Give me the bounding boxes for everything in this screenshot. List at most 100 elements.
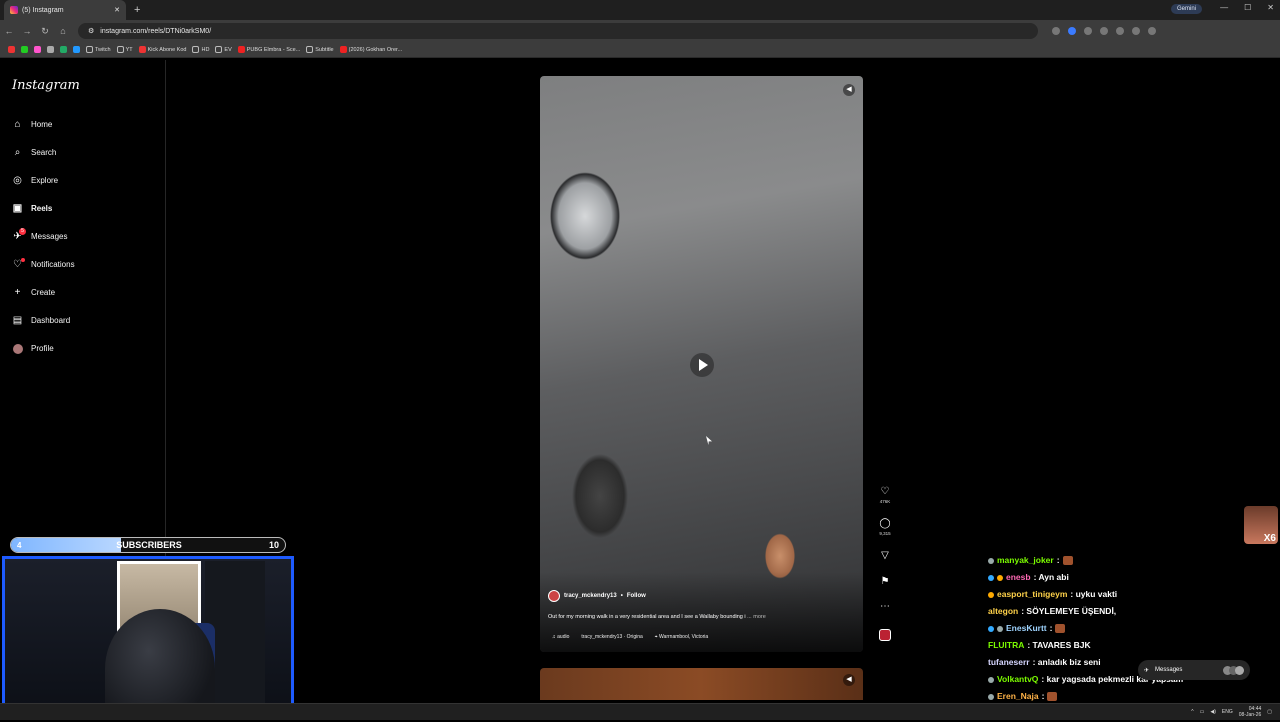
nav-label: Notifications xyxy=(31,260,75,269)
clock[interactable]: 04:44 08-Jan-26 xyxy=(1239,706,1262,718)
back-icon[interactable]: ← xyxy=(0,26,18,36)
mute-icon[interactable]: ◀ xyxy=(843,84,855,96)
bookmark-icon[interactable] xyxy=(21,46,28,53)
nav-search[interactable]: ⌕ Search xyxy=(12,147,57,158)
reload-icon[interactable]: ↻ xyxy=(36,26,54,37)
save-button[interactable]: ⚑ xyxy=(879,577,891,587)
nav-explore[interactable]: ◎ Explore xyxy=(12,175,58,186)
network-icon[interactable]: ▭ xyxy=(1200,709,1205,715)
bookmark-subtitle[interactable]: Subtitle xyxy=(306,46,334,53)
comment-button[interactable]: ◯ 9,315 xyxy=(879,519,891,537)
nav-label: Messages xyxy=(31,232,68,241)
chat-text: : uyku vakti xyxy=(1070,589,1118,599)
maximize-icon[interactable]: ☐ xyxy=(1244,3,1251,12)
language-indicator[interactable]: ENG xyxy=(1222,709,1233,715)
send-icon: ▽ xyxy=(881,550,889,561)
messenger-icon: ✈ xyxy=(1144,667,1150,674)
download-icon[interactable] xyxy=(1116,27,1124,35)
caption-shade xyxy=(540,572,863,652)
messages-pill[interactable]: ✈ Messages xyxy=(1138,660,1250,680)
nav-create[interactable]: + Create xyxy=(12,287,55,298)
chat-message: easport_tinigeym : uyku vakti xyxy=(988,586,1228,603)
instagram-logo[interactable]: Instagram xyxy=(12,78,80,93)
instagram-favicon-icon xyxy=(10,6,18,14)
nav-profile[interactable]: Profile xyxy=(12,343,54,354)
search-icon: ⌕ xyxy=(14,147,21,158)
bookmark-icon[interactable] xyxy=(34,46,41,53)
more-options-button[interactable]: ⋯ xyxy=(879,602,891,612)
messages-badge: 5 xyxy=(19,228,26,235)
url-bar[interactable]: ⚙ instagram.com/reels/DTNi0arkSM0/ xyxy=(78,23,1038,39)
chat-message: FLUITRA : TAVARES BJK xyxy=(988,637,1228,654)
bookmark-pubg[interactable]: PUBG Elmbra - Sce... xyxy=(237,46,300,53)
sticker-text: X6 xyxy=(1263,533,1276,544)
bookmark-icon[interactable] xyxy=(60,46,67,53)
extension-icon[interactable] xyxy=(1084,27,1092,35)
comment-count: 9,315 xyxy=(879,531,891,536)
reel-video[interactable]: ◀ tracy_mckendry13 • Follow Out for my m… xyxy=(540,76,863,652)
stream-chat: manyak_joker : enesb : Ayn abi easport_t… xyxy=(988,552,1228,722)
browser-tab[interactable]: (5) Instagram ✕ xyxy=(4,0,126,20)
close-tab-icon[interactable]: ✕ xyxy=(114,6,120,14)
emote-sticker: X6 xyxy=(1244,506,1278,544)
heart-icon: ♡ xyxy=(12,258,25,270)
follow-button[interactable]: Follow xyxy=(627,593,646,599)
gemini-button[interactable]: Gemini xyxy=(1170,4,1202,14)
bookmark-twitch[interactable]: Twitch xyxy=(86,46,111,53)
next-reel-video[interactable]: ◀ xyxy=(540,668,863,700)
messages-pill-label: Messages xyxy=(1155,667,1183,673)
emote-icon xyxy=(1062,556,1073,565)
extension-icon[interactable] xyxy=(1052,27,1060,35)
audio-link[interactable]: ♫ audio xyxy=(552,634,569,640)
chevron-up-icon[interactable]: ^ xyxy=(1191,709,1193,715)
volume-icon[interactable]: ◀) xyxy=(1210,709,1216,715)
notifications-icon[interactable]: ▢ xyxy=(1267,709,1272,715)
profile-icon[interactable] xyxy=(1132,27,1140,35)
nav-dashboard[interactable]: ▤ Dashboard xyxy=(12,315,70,326)
address-toolbar: ← → ↻ ⌂ ⚙ instagram.com/reels/DTNi0arkSM… xyxy=(0,20,1280,42)
close-window-icon[interactable]: ✕ xyxy=(1267,3,1274,12)
audio-thumbnail[interactable] xyxy=(879,629,891,641)
reel-author: tracy_mckendry13 • Follow xyxy=(548,590,646,602)
bookmark-icon[interactable] xyxy=(47,46,54,53)
more-link[interactable]: ... more xyxy=(747,614,766,620)
chat-text: : xyxy=(1049,623,1053,633)
location-link[interactable]: ⌖ Warrnambool, Victoria xyxy=(655,634,708,640)
bookmark-video[interactable]: (2026) Gokhan Orer... xyxy=(339,46,402,53)
reels-icon: ▣ xyxy=(12,203,23,214)
menu-icon[interactable] xyxy=(1148,27,1156,35)
author-avatar[interactable] xyxy=(548,590,560,602)
play-icon[interactable] xyxy=(690,353,714,377)
chat-text: : TAVARES BJK xyxy=(1027,640,1091,650)
extension-icon[interactable] xyxy=(1068,27,1076,35)
nav-home[interactable]: ⌂ Home xyxy=(12,119,52,130)
bookmark-icon[interactable] xyxy=(73,46,80,53)
clock-date: 08-Jan-26 xyxy=(1238,712,1262,718)
dashboard-icon: ▤ xyxy=(12,315,23,326)
like-button[interactable]: ♡ 476K xyxy=(879,487,891,505)
forward-icon[interactable]: → xyxy=(18,26,36,36)
nav-notifications[interactable]: ♡ Notifications xyxy=(12,258,75,270)
nav-messages[interactable]: ✈ 5 Messages xyxy=(12,228,68,242)
nav-reels[interactable]: ▣ Reels xyxy=(12,203,53,214)
home-browser-icon[interactable]: ⌂ xyxy=(54,26,72,36)
bookmark-kick[interactable]: Kick Abone Kod xyxy=(138,46,186,53)
chat-user: EnesKurtt xyxy=(1006,623,1047,633)
extension-icon[interactable] xyxy=(1100,27,1108,35)
mute-icon[interactable]: ◀ xyxy=(843,674,855,686)
site-info-icon[interactable]: ⚙ xyxy=(88,27,94,35)
share-button[interactable]: ▽ xyxy=(879,551,891,561)
audio-source[interactable]: tracy_mckendry13 · Origina xyxy=(581,634,642,640)
bookmark-icon[interactable] xyxy=(8,46,15,53)
bookmark-yt[interactable]: YT xyxy=(116,46,133,53)
windows-taskbar: ^ ▭ ◀) ENG 04:44 08-Jan-26 ▢ xyxy=(0,703,1280,720)
chat-user: manyak_joker xyxy=(997,555,1054,565)
url-text: instagram.com/reels/DTNi0arkSM0/ xyxy=(100,27,212,35)
new-tab-icon[interactable]: + xyxy=(134,4,140,16)
author-name[interactable]: tracy_mckendry13 xyxy=(564,593,617,599)
bookmark-hd[interactable]: HD xyxy=(192,46,209,53)
chat-text: : anladık biz seni xyxy=(1032,657,1101,667)
bookmark-ev[interactable]: EV xyxy=(215,46,232,53)
minimize-icon[interactable]: — xyxy=(1220,3,1228,12)
bookmarks-bar: Twitch YT Kick Abone Kod HD EV PUBG Elmb… xyxy=(0,42,1280,58)
